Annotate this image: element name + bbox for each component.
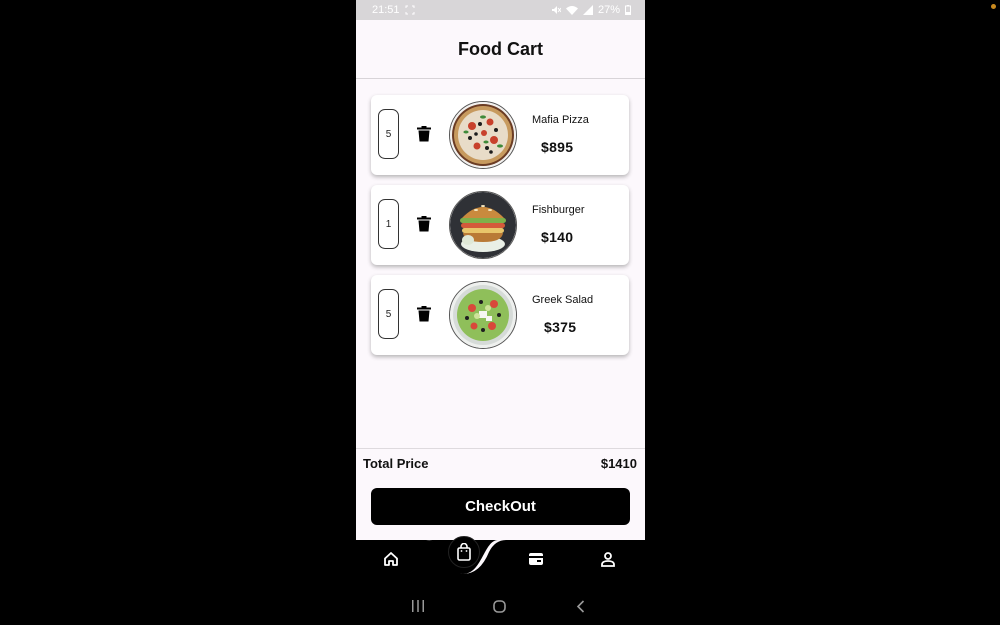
mute-icon xyxy=(551,5,561,15)
delete-icon[interactable] xyxy=(417,306,431,327)
item-price: $375 xyxy=(544,319,577,335)
salad-image xyxy=(449,281,517,349)
home-circle-icon[interactable] xyxy=(490,596,508,616)
delete-icon[interactable] xyxy=(417,216,431,237)
cart-screen: Food Cart 5 Mafia Pizza $895 1 Fishburge… xyxy=(356,20,645,540)
quantity-field[interactable]: 1 xyxy=(378,199,399,249)
item-price: $895 xyxy=(541,139,574,155)
quantity-field[interactable]: 5 xyxy=(378,109,399,159)
screen-record-icon xyxy=(405,5,415,15)
pizza-image xyxy=(449,101,517,169)
bottom-nav xyxy=(356,536,645,588)
phone-frame: 21:51 27% Food Cart 5 Mafia Pizza $895 1… xyxy=(356,0,645,625)
system-nav-bar xyxy=(356,590,645,625)
cart-item-card: 5 xyxy=(371,275,629,355)
item-price: $140 xyxy=(541,229,574,245)
signal-icon xyxy=(582,5,593,15)
recording-indicator xyxy=(991,4,996,9)
wifi-icon xyxy=(565,5,578,15)
status-time: 21:51 xyxy=(372,4,400,16)
recents-icon[interactable] xyxy=(410,596,426,616)
item-name: Fishburger xyxy=(532,204,585,216)
battery-icon xyxy=(625,5,631,15)
checkout-button[interactable]: CheckOut xyxy=(371,488,630,525)
status-bar: 21:51 27% xyxy=(356,0,645,20)
wallet-icon[interactable] xyxy=(525,548,547,570)
cart-item-card: 5 xyxy=(371,95,629,175)
home-icon[interactable] xyxy=(380,548,402,570)
app-bar: Food Cart xyxy=(356,20,645,79)
total-price-label: Total Price xyxy=(363,456,429,471)
page-title: Food Cart xyxy=(458,38,543,59)
quantity-field[interactable]: 5 xyxy=(378,289,399,339)
total-price-value: $1410 xyxy=(600,456,637,471)
burger-image xyxy=(449,191,517,259)
user-icon[interactable] xyxy=(597,548,619,570)
battery-text: 27% xyxy=(597,4,620,16)
delete-icon[interactable] xyxy=(417,126,431,147)
back-icon[interactable] xyxy=(572,596,588,616)
item-name: Mafia Pizza xyxy=(532,114,589,126)
summary-divider xyxy=(356,448,645,449)
cart-item-card: 1 Fishburger $140 xyxy=(371,185,629,265)
item-name: Greek Salad xyxy=(532,294,594,306)
shopping-bag-icon[interactable] xyxy=(448,536,480,568)
